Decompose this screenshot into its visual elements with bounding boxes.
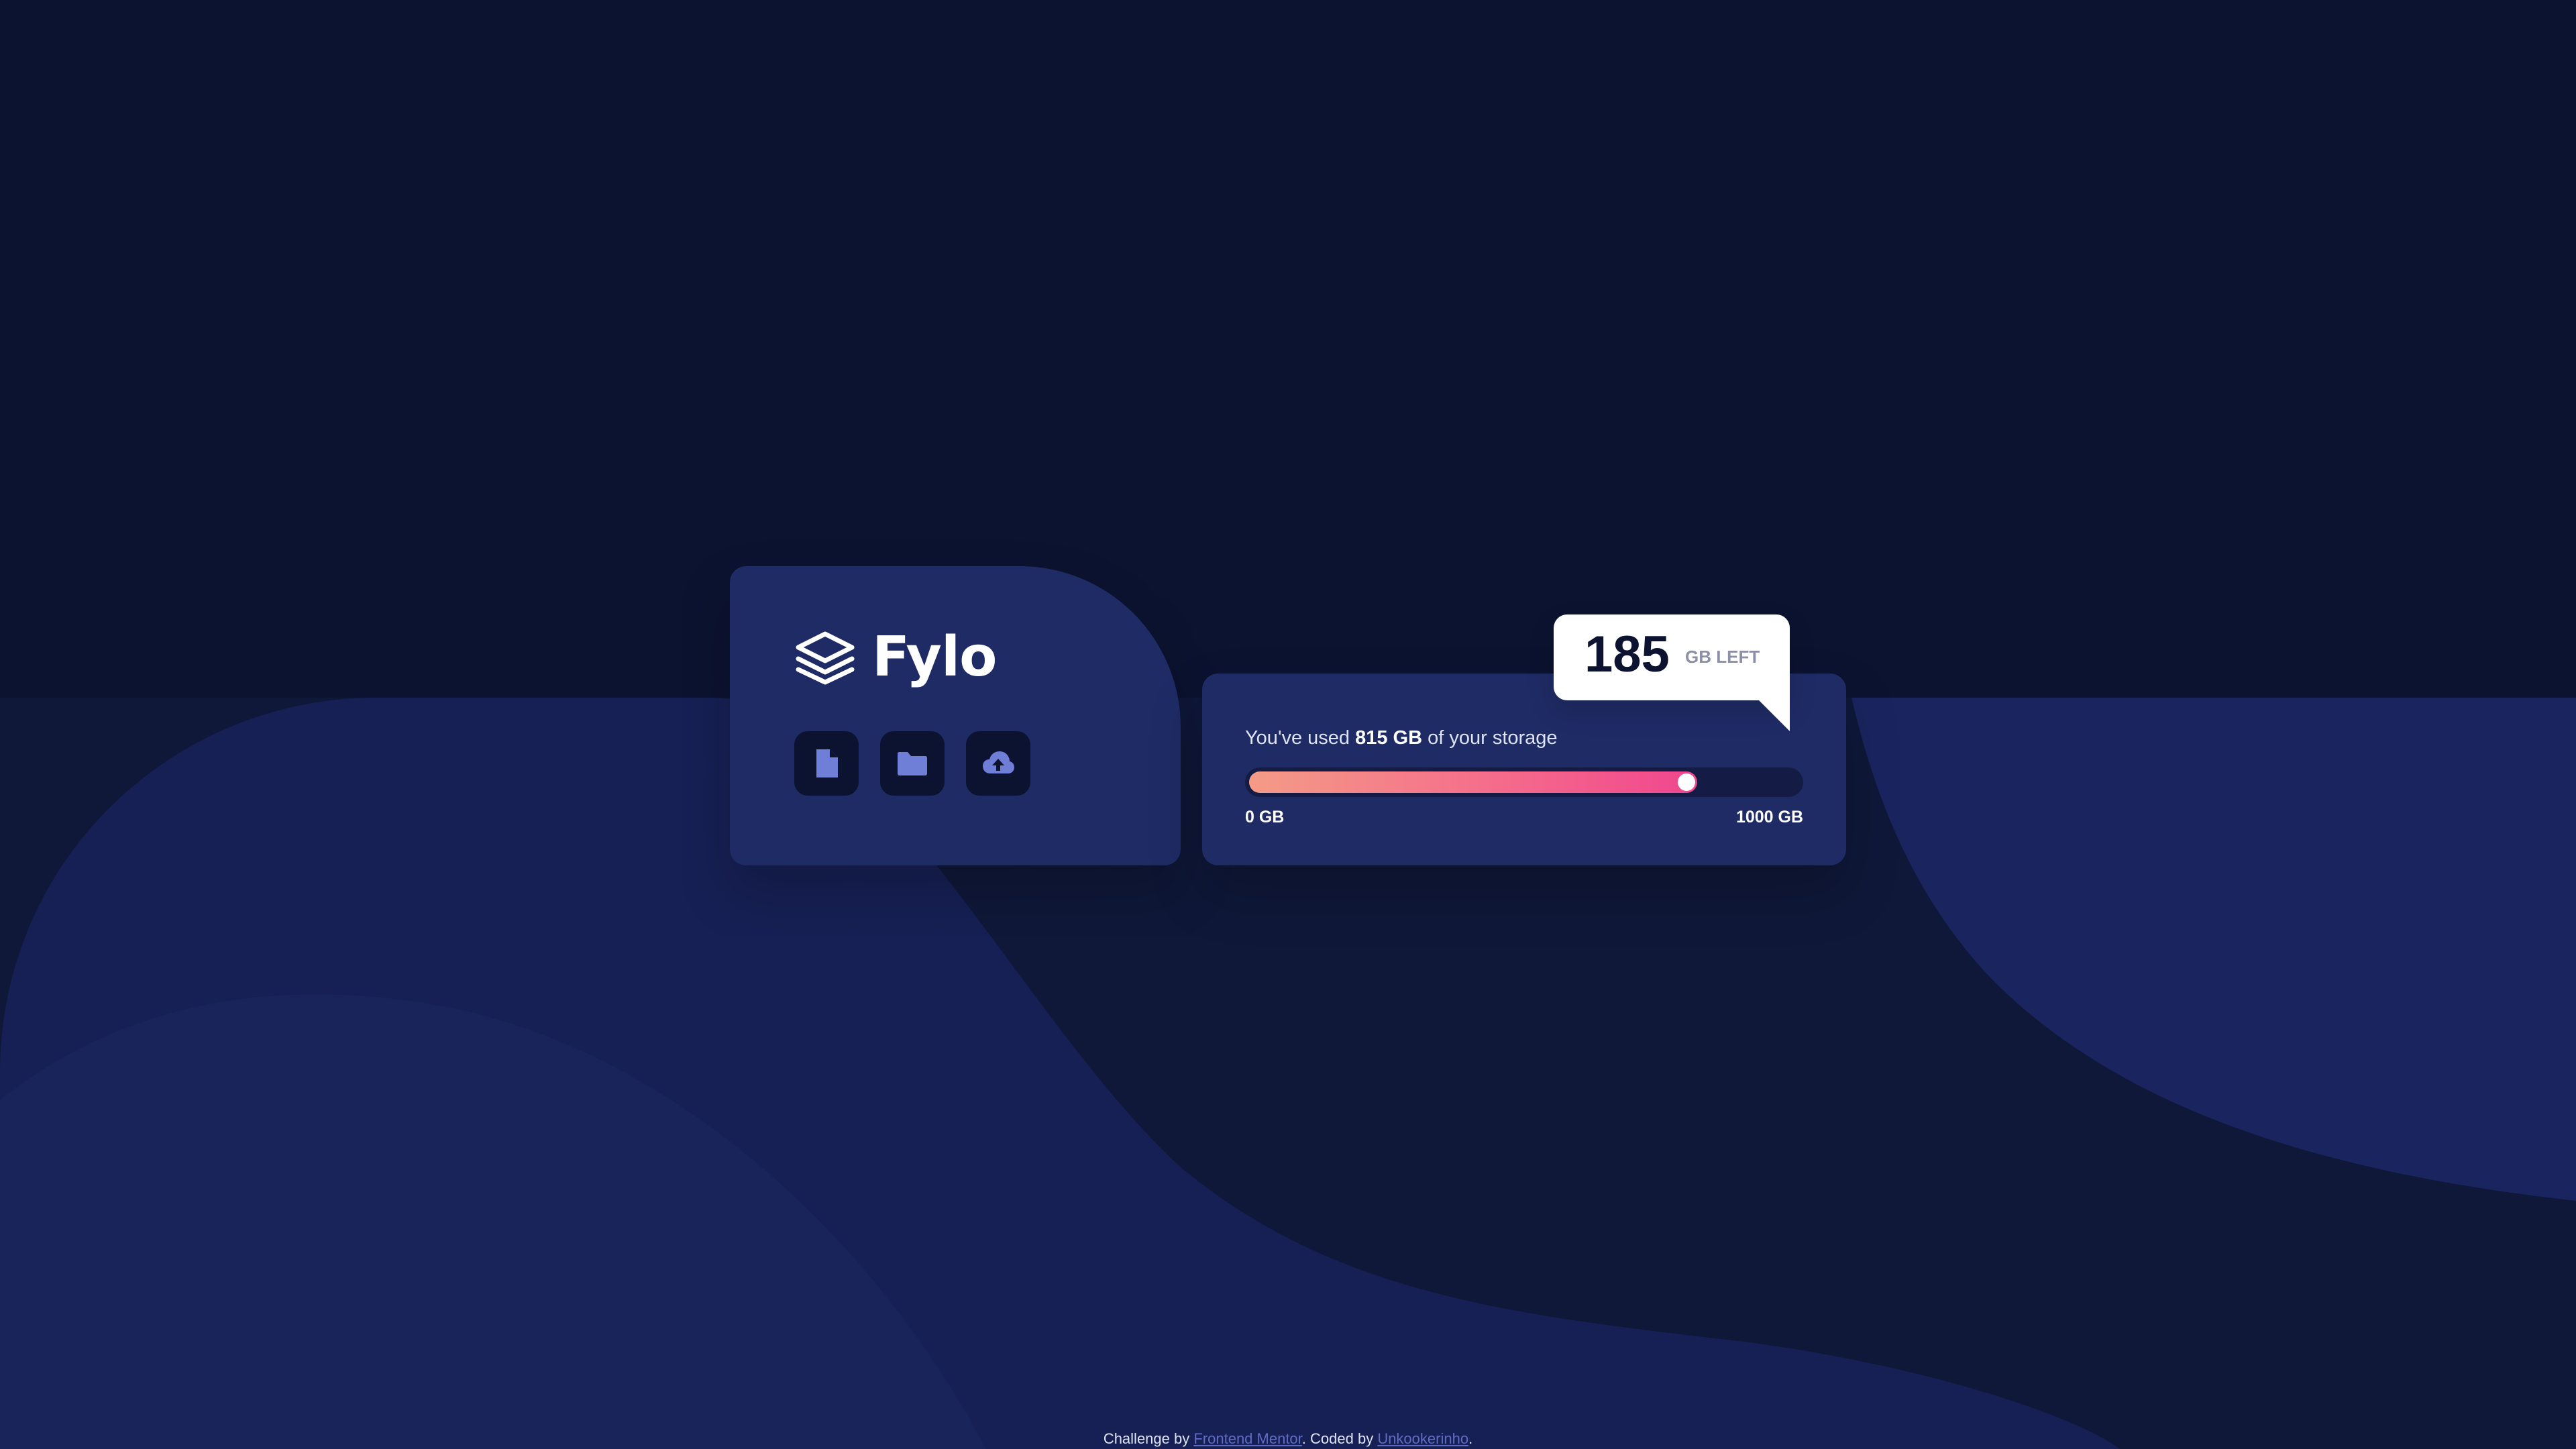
folder-button[interactable] <box>880 731 945 796</box>
storage-progress-bar <box>1245 767 1803 797</box>
document-icon <box>816 749 838 777</box>
storage-usage-text: You've used 815 GB of your storage <box>1245 727 1558 749</box>
attribution: Challenge by Frontend Mentor. Coded by U… <box>0 1430 2576 1448</box>
storage-remaining-bubble: 185 GB LEFT <box>1554 614 1790 731</box>
bubble-tail <box>1758 699 1790 731</box>
attribution-middle: . Coded by <box>1301 1430 1378 1447</box>
attribution-prefix: Challenge by <box>1103 1430 1194 1447</box>
file-actions-toolbar <box>794 731 1052 796</box>
remaining-unit-label: GB LEFT <box>1685 647 1760 667</box>
document-button[interactable] <box>794 731 859 796</box>
folder-icon <box>898 752 927 775</box>
progress-knob <box>1678 773 1695 791</box>
layered-stack-logo-icon <box>796 631 855 685</box>
brand-name: Fylo <box>872 625 997 689</box>
used-amount: 815 GB <box>1355 727 1423 749</box>
remaining-value: 185 <box>1585 626 1670 683</box>
attribution-suffix: . <box>1468 1430 1473 1447</box>
usage-text-suffix: of your storage <box>1422 727 1558 749</box>
storage-progress-fill <box>1249 771 1697 793</box>
frontend-mentor-link[interactable]: Frontend Mentor <box>1193 1430 1301 1447</box>
brand: Fylo <box>794 624 997 691</box>
scale-max-label: 1000 GB <box>1735 808 1803 826</box>
storage-card: You've used 815 GB of your storage 0 GB … <box>1202 674 1846 865</box>
upload-button[interactable] <box>966 731 1030 796</box>
author-link[interactable]: Unkookerinho <box>1377 1430 1468 1447</box>
scale-min-label: 0 GB <box>1245 808 1285 826</box>
logo-card: Fylo <box>730 566 1181 865</box>
cloud-upload-icon <box>983 751 1014 773</box>
usage-text-prefix: You've used <box>1245 727 1356 749</box>
